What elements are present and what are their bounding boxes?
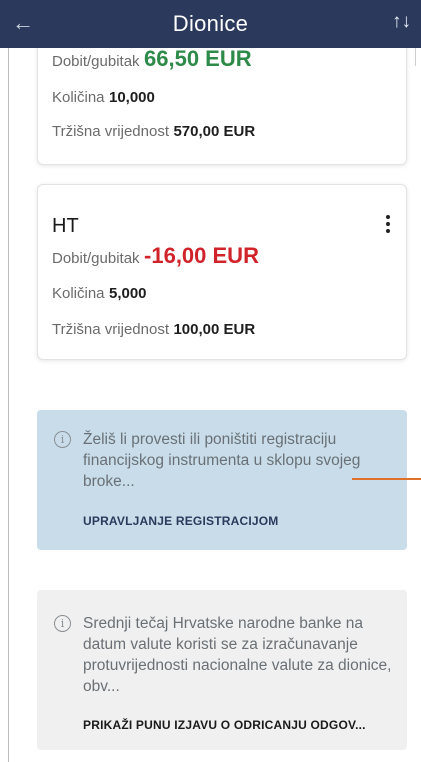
market-value-value: 570,00 EUR [173, 123, 256, 140]
profit-loss-value: 66,50 EUR [144, 46, 252, 71]
market-value-value: 100,00 EUR [173, 321, 256, 338]
registration-info-text: Želiš li provesti ili poništiti registra… [83, 431, 361, 490]
profit-loss-row: Dobit/gubitak 66,50 EUR [52, 46, 252, 72]
holding-card-ht[interactable]: HT Dobit/gubitak -16,00 EUR Količina 5,0… [37, 184, 407, 360]
quantity-row: Količina 10,000 [52, 89, 155, 107]
annotation-line [352, 478, 421, 480]
show-full-disclaimer-link[interactable]: PRIKAŽI PUNU IZJAVU O ODRICANJU ODGOV... [83, 718, 366, 732]
more-vertical-icon[interactable] [384, 215, 392, 237]
disclaimer-info-text: Srednji tečaj Hrvatske narodne banke na … [83, 615, 392, 695]
info-icon: i [54, 615, 71, 632]
disclaimer-info-panel: i Srednji tečaj Hrvatske narodne banke n… [37, 590, 407, 750]
sort-icon[interactable]: ↑↓ [392, 11, 411, 33]
quantity-label: Količina [52, 89, 105, 106]
quantity-label: Količina [52, 285, 105, 302]
market-value-label: Tržišna vrijednost [52, 123, 169, 140]
scroll-edge-line [8, 48, 9, 762]
profit-loss-label: Dobit/gubitak [52, 53, 140, 70]
market-value-row: Tržišna vrijednost 570,00 EUR [52, 123, 255, 141]
info-icon: i [54, 431, 71, 448]
profit-loss-row: Dobit/gubitak -16,00 EUR [52, 243, 259, 269]
market-value-row: Tržišna vrijednost 100,00 EUR [52, 321, 255, 339]
manage-registration-link[interactable]: UPRAVLJANJE REGISTRACIJOM [83, 514, 278, 528]
app-header: ← Dionice ↑↓ [0, 0, 421, 48]
market-value-label: Tržišna vrijednost [52, 321, 169, 338]
scroll-indicator [415, 48, 416, 66]
back-arrow-icon[interactable]: ← [12, 10, 34, 36]
profit-loss-value: -16,00 EUR [144, 243, 259, 268]
registration-info-panel: i Želiš li provesti ili poništiti regist… [37, 410, 407, 550]
quantity-row: Količina 5,000 [52, 285, 147, 303]
stock-name: HT [52, 215, 79, 237]
quantity-value: 10,000 [108, 89, 155, 106]
profit-loss-label: Dobit/gubitak [52, 250, 140, 267]
quantity-value: 5,000 [108, 285, 147, 302]
page-title: Dionice [172, 11, 249, 36]
